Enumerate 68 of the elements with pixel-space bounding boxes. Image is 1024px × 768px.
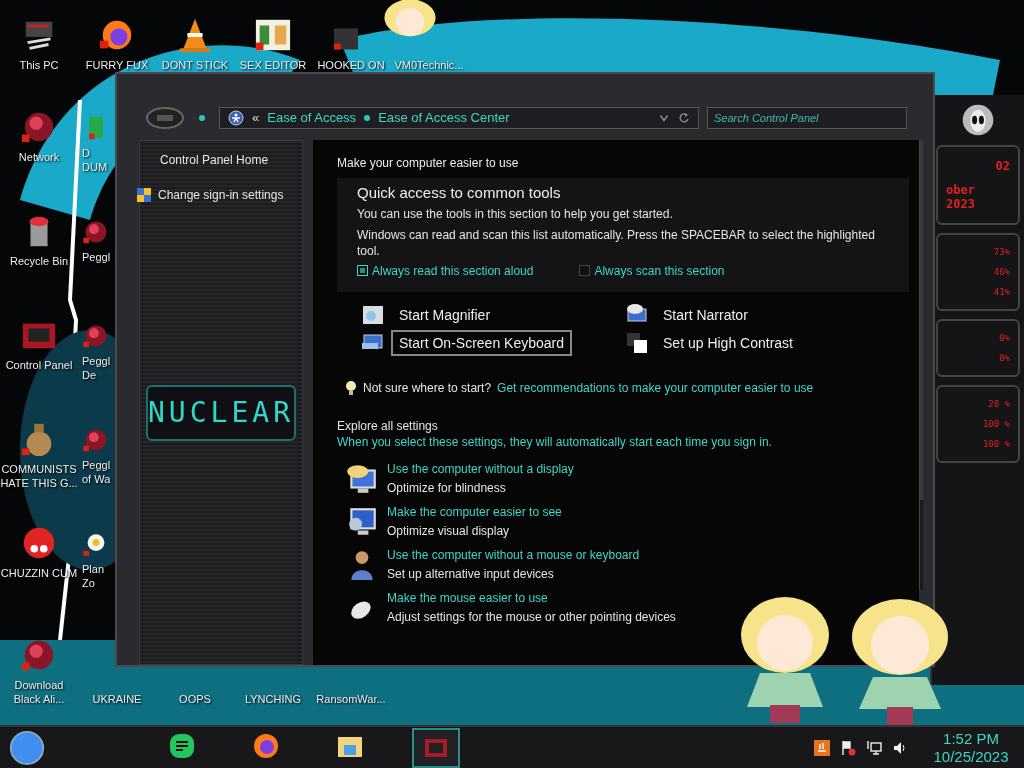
- back-button-icon[interactable]: [145, 105, 185, 130]
- icon-label[interactable]: RansomWar...: [316, 692, 386, 706]
- breadcrumb-item[interactable]: Ease of Access Center: [378, 110, 510, 126]
- gadget-reading: 0%: [999, 333, 1010, 343]
- refresh-icon[interactable]: [678, 111, 690, 124]
- lightbulb-icon: [345, 379, 357, 396]
- page-heading: Make your computer easier to use: [337, 155, 520, 170]
- icon-label[interactable]: Peggl: [82, 250, 116, 264]
- breadcrumb-separator-icon: [364, 114, 371, 121]
- gadget-reading: 100 %: [982, 439, 1010, 449]
- address-bar[interactable]: « Ease of Access Ease of Access Center: [219, 106, 699, 129]
- icon-label[interactable]: Control Panel: [5, 358, 73, 372]
- clock-time[interactable]: 1:52 PM: [943, 729, 999, 748]
- clock-date[interactable]: 10/25/2023: [933, 747, 1009, 766]
- tip-text: Not sure where to start?: [363, 379, 492, 396]
- icon-label[interactable]: LYNCHING: [245, 692, 301, 706]
- gadget-reading: 41%: [993, 287, 1010, 297]
- sidebar-link[interactable]: Change sign-in settings: [158, 187, 284, 202]
- tool-link[interactable]: Start Magnifier: [391, 301, 499, 328]
- gadget-reading: 46%: [993, 267, 1010, 277]
- icon-label[interactable]: Recycle Bin: [9, 254, 69, 268]
- gadget-reading: ober 2023: [946, 183, 976, 211]
- sidebar-link[interactable]: Control Panel Home: [160, 152, 269, 167]
- icon-label[interactable]: COMMUNISTS HATE THIS G...: [0, 462, 78, 490]
- icon-label[interactable]: Download Black Ali...: [0, 678, 78, 706]
- icon-label[interactable]: Peggl De: [82, 354, 116, 382]
- setting-description: Adjust settings for the mouse or other pointing devices: [387, 608, 676, 625]
- scrollbar[interactable]: [919, 139, 923, 590]
- setting-link[interactable]: Use the computer without a display: [387, 461, 574, 476]
- setting-description: Optimize visual display: [387, 522, 511, 539]
- gadget-reading: 02: [995, 159, 1010, 173]
- setting-description: Optimize for blindness: [387, 479, 507, 496]
- logo-text: NUCLEAR: [148, 396, 294, 430]
- start-button-icon[interactable]: [8, 728, 46, 767]
- section-title: Quick access to common tools: [357, 183, 562, 201]
- tool-link[interactable]: Start On-Screen Keyboard: [391, 329, 572, 356]
- icon-label[interactable]: FURRY FUX: [85, 58, 149, 72]
- section-text: You can use the tools in this section to help you get started.: [357, 205, 674, 222]
- checkbox-option[interactable]: Always scan this section: [579, 263, 725, 278]
- gadget-reading: 73%: [993, 247, 1010, 257]
- search-field[interactable]: Search Control Panel: [707, 106, 907, 129]
- setting-link[interactable]: Make the computer easier to see: [387, 504, 562, 519]
- setting-link[interactable]: Make the mouse easier to use: [387, 590, 676, 605]
- section-text: Windows can read and scan this list automatically. Press the SPACEBAR to select the highlighted tool.: [357, 226, 876, 259]
- checkbox-option[interactable]: Always read this section aloud: [357, 263, 534, 278]
- icon-label[interactable]: Peggl of Wa: [82, 458, 116, 486]
- contrast-icon: [625, 330, 649, 355]
- section-subtitle: When you select these settings, they will automatically start each time you sign in.: [337, 433, 773, 450]
- gadget-reading: 28 %: [988, 399, 1010, 409]
- alien-head-icon: [961, 103, 995, 137]
- section-title: Explore all settings: [337, 417, 439, 434]
- setting-link[interactable]: Use the computer without a mouse or keyboard: [387, 547, 640, 562]
- network-icon[interactable]: [866, 739, 882, 756]
- setting-description: Set up alternative input devices: [387, 565, 555, 582]
- gadget-reading: 0%: [999, 353, 1010, 363]
- icon-label[interactable]: OOPS: [179, 692, 211, 706]
- gadget-reading: 100 %: [982, 419, 1010, 429]
- recommendations-link[interactable]: Get recommendations to make your computer easier to use: [497, 380, 814, 395]
- icon-label[interactable]: This PC: [19, 58, 59, 72]
- breadcrumb-back[interactable]: «: [252, 110, 260, 126]
- icon-label[interactable]: Plan Zo: [82, 562, 116, 590]
- breadcrumb-item[interactable]: Ease of Access: [267, 110, 357, 126]
- tool-link[interactable]: Start Narrator: [655, 301, 756, 328]
- flag-icon[interactable]: [840, 739, 856, 756]
- nav-dot-icon: [199, 114, 205, 121]
- accessibility-icon: [228, 109, 244, 126]
- icon-label[interactable]: UKRAINE: [92, 692, 142, 706]
- tool-link[interactable]: Set up High Contrast: [655, 329, 801, 356]
